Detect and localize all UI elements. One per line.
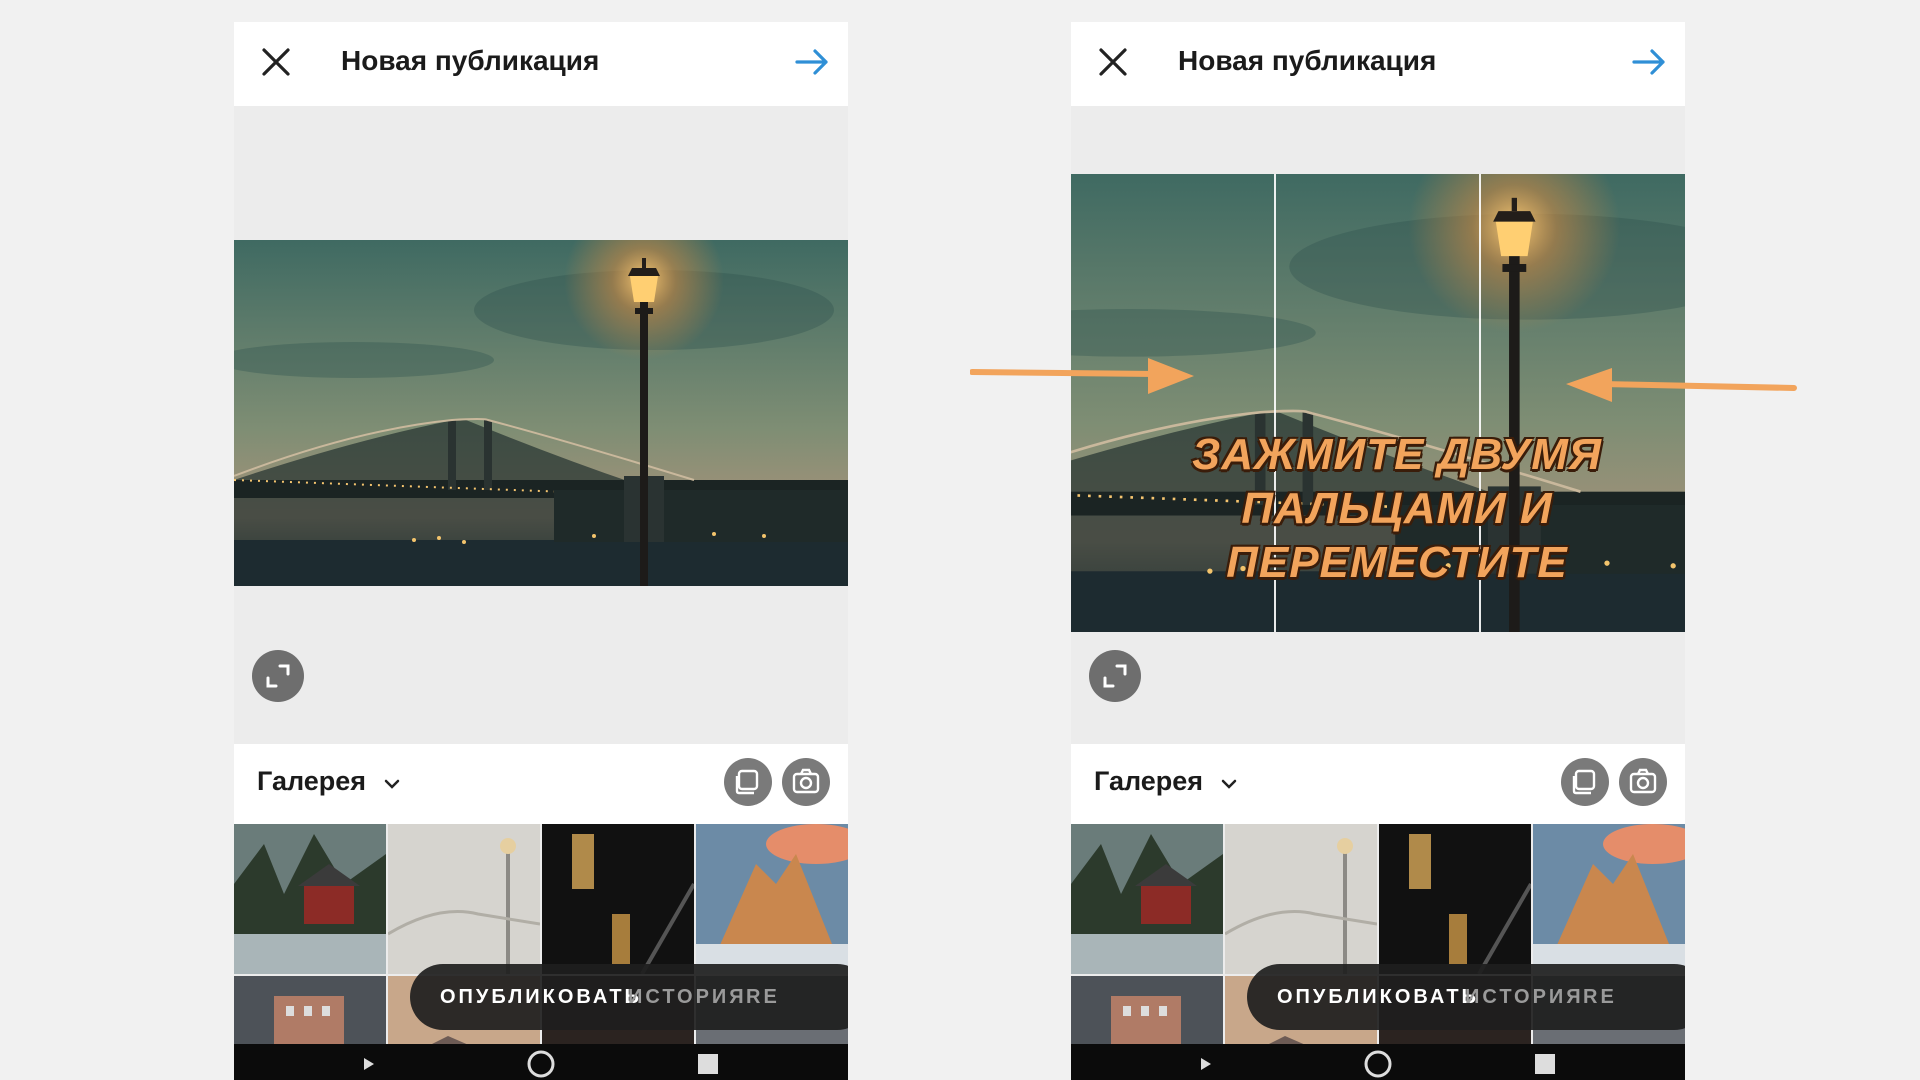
mode-reels[interactable]: RE	[746, 986, 780, 1009]
gallery-thumbnail[interactable]	[1225, 824, 1377, 974]
system-nav-bar	[1071, 1044, 1685, 1080]
gallery-selector[interactable]: Галерея	[1094, 766, 1203, 797]
gallery-thumbnail[interactable]	[1071, 824, 1223, 974]
expand-button[interactable]	[1089, 650, 1141, 702]
photo-preview[interactable]	[234, 240, 848, 586]
header: Новая публикация	[234, 22, 848, 106]
system-nav-icons	[1201, 1050, 1555, 1078]
instruction-line-2: ПАЛЬЦАМИ И ПЕРЕМЕСТИТЕ	[1226, 484, 1568, 587]
camera-icon	[792, 768, 820, 794]
instruction-overlay: ЗАЖМИТЕ ДВУМЯ ПАЛЬЦАМИ И ПЕРЕМЕСТИТЕ	[1087, 428, 1707, 590]
mode-switcher: ОПУБЛИКОВАТЬ ИСТОРИЯ RE	[410, 964, 848, 1030]
mode-story[interactable]: ИСТОРИЯ	[628, 986, 747, 1009]
arrow-right-annotation-icon	[970, 358, 1194, 394]
chevron-down-icon[interactable]	[1219, 774, 1239, 794]
gallery-thumbnail[interactable]	[542, 824, 694, 974]
multi-select-button[interactable]	[1561, 758, 1609, 806]
arrow-left-annotation-icon	[1566, 368, 1797, 402]
chevron-down-icon[interactable]	[382, 774, 402, 794]
gallery-thumbnail[interactable]	[234, 824, 386, 974]
arrow-right-icon[interactable]	[1629, 42, 1669, 82]
instruction-line-1: ЗАЖМИТЕ ДВУМЯ	[1192, 430, 1602, 479]
mode-post[interactable]: ОПУБЛИКОВАТЬ	[440, 986, 642, 1009]
gallery-thumbnail[interactable]	[1533, 824, 1685, 974]
gallery-thumbnail[interactable]	[388, 824, 540, 974]
arrow-right-icon[interactable]	[792, 42, 832, 82]
gallery-thumbnail[interactable]	[1379, 824, 1531, 974]
multi-select-icon	[735, 769, 759, 795]
camera-button[interactable]	[1619, 758, 1667, 806]
photo-preview-area[interactable]	[1071, 106, 1685, 744]
expand-button[interactable]	[252, 650, 304, 702]
gallery-selector[interactable]: Галерея	[257, 766, 366, 797]
page-title: Новая публикация	[1178, 45, 1437, 76]
gallery-bar: Галерея	[234, 744, 848, 824]
close-icon[interactable]	[1093, 42, 1133, 82]
expand-icon	[266, 664, 290, 688]
photo-preview-area[interactable]	[234, 106, 848, 744]
gallery-thumbnail[interactable]	[696, 824, 848, 974]
system-nav-bar	[234, 1044, 848, 1080]
system-nav-icons	[364, 1050, 718, 1078]
phone-screen-left: Новая публикация Галерея ОПУБЛИКОВАТЬ ИС…	[234, 22, 848, 1080]
close-icon[interactable]	[256, 42, 296, 82]
page-title: Новая публикация	[341, 45, 600, 76]
camera-icon	[1629, 768, 1657, 794]
mode-post[interactable]: ОПУБЛИКОВАТЬ	[1277, 986, 1479, 1009]
mode-switcher: ОПУБЛИКОВАТЬ ИСТОРИЯ RE	[1247, 964, 1685, 1030]
gallery-bar: Галерея	[1071, 744, 1685, 824]
mode-story[interactable]: ИСТОРИЯ	[1465, 986, 1584, 1009]
camera-button[interactable]	[782, 758, 830, 806]
header: Новая публикация	[1071, 22, 1685, 106]
multi-select-icon	[1572, 769, 1596, 795]
mode-reels[interactable]: RE	[1583, 986, 1617, 1009]
expand-icon	[1103, 664, 1127, 688]
multi-select-button[interactable]	[724, 758, 772, 806]
